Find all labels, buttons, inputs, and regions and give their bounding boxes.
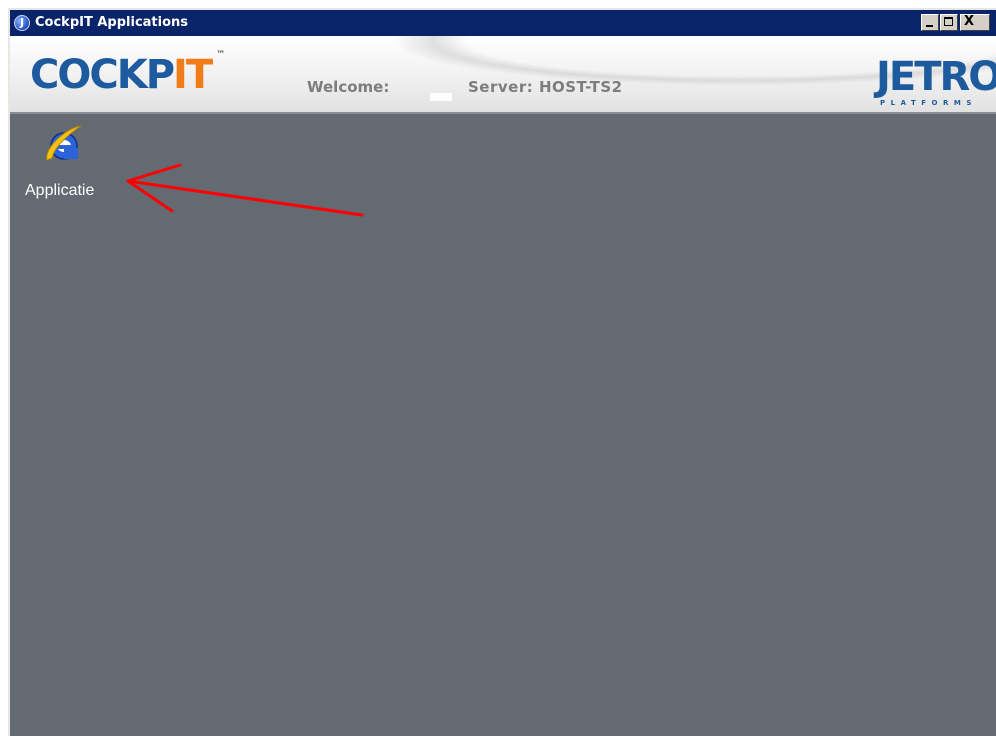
cockpit-window: J CockpIT Applications X COCKPIT ™ Welco… <box>8 8 996 736</box>
welcome-label: Welcome: <box>307 78 390 96</box>
shortcut-applicatie[interactable]: Applicatie <box>20 122 120 202</box>
trademark-mark: ™ <box>216 50 226 60</box>
maximize-button[interactable] <box>940 14 958 31</box>
minimize-button[interactable] <box>921 14 939 31</box>
logo-text-cockp: COCKP <box>30 52 175 98</box>
minimize-icon <box>926 25 933 27</box>
app-icon[interactable]: J <box>14 15 30 31</box>
brand-name: JETRO <box>876 54 996 100</box>
cockpit-logo: COCKPIT ™ <box>30 50 225 98</box>
brand-subtitle: PLATFORMS <box>880 99 977 107</box>
window-title: CockpIT Applications <box>35 15 189 30</box>
jetro-brand-logo: JETRO PLATFORMS <box>876 54 996 107</box>
application-desktop: Applicatie <box>10 114 996 736</box>
close-button[interactable]: X <box>960 14 990 31</box>
server-label: Server: HOST-TS2 <box>468 78 623 96</box>
title-bar[interactable]: J CockpIT Applications X <box>10 10 996 36</box>
maximize-icon <box>944 17 953 26</box>
username-field <box>430 93 452 101</box>
close-icon: X <box>964 14 975 29</box>
logo-text-it: IT <box>173 52 213 98</box>
cockpit-header: COCKPIT ™ Welcome: Server: HOST-TS2 JETR… <box>10 36 996 114</box>
shortcut-label[interactable]: Applicatie <box>25 182 94 200</box>
internet-explorer-icon[interactable] <box>44 122 84 166</box>
